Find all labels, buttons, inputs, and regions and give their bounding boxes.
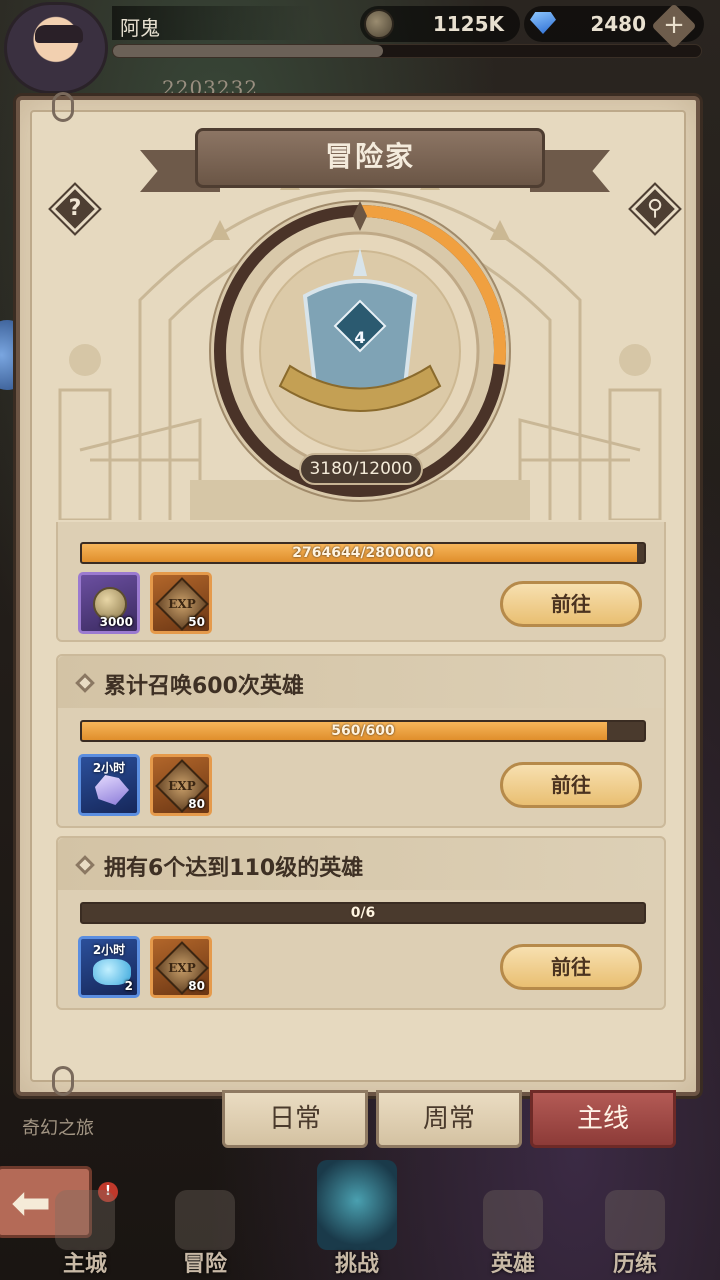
quest-progress-bar: 560/600 [80,720,646,742]
rank-progress-text: 3180/12000 [299,453,423,485]
go-button[interactable]: 前往 [500,762,642,808]
nav-home[interactable]: 主城 [30,1190,140,1280]
panel-ring-bottom [52,1066,74,1096]
quest-progress-bar: 0/6 [80,902,646,924]
reward-hero-crystal[interactable]: 2小时 [78,754,140,816]
nav-home-label: 主城 [62,1252,107,1277]
quest-header: 累计召唤600次英雄 [58,656,664,708]
nav-trials-label: 历练 [612,1252,657,1277]
reward-duration: 2小时 [92,943,126,957]
player-avatar[interactable] [4,2,108,94]
region-label: 奇幻之旅 [22,1118,94,1139]
nav-heroes-label: 英雄 [490,1252,535,1277]
nav-challenge[interactable]: 挑战 [302,1160,412,1280]
reward-exp[interactable]: EXP 80 [150,936,212,998]
reward-spirit-stone[interactable]: 2小时 2 [78,936,140,998]
player-xp-fill [113,45,384,57]
quest-list[interactable]: 2764644/2800000 3000 EXP 50 前往 累计召唤600次英… [56,522,666,1022]
reward-count: 3000 [99,615,133,629]
trial-tower-icon [605,1190,665,1250]
reward-count: 50 [188,615,205,629]
quest-title: 累计召唤600次英雄 [104,674,304,699]
quest-progress-text: 0/6 [350,905,376,921]
player-xp-bar [112,44,702,58]
nav-adventure[interactable]: 冒险 [150,1190,260,1280]
castle-icon [55,1190,115,1250]
diamond-bullet-icon [75,673,95,693]
quest-tabs: 日常 周常 主线 [222,1090,682,1152]
reward-count: 2 [124,979,133,993]
player-name: 阿鬼 [120,16,160,40]
nav-adventure-label: 冒险 [182,1252,227,1277]
nav-trials[interactable]: 历练 [580,1190,690,1280]
map-scroll-icon [175,1190,235,1250]
diamond-icon [530,12,556,34]
add-diamonds-button[interactable]: + [651,3,697,49]
gold-coin-icon [364,9,394,39]
magnifier-icon: ⚲ [646,196,664,221]
quest-progress-bar: 2764644/2800000 [80,542,646,564]
quest-progress-text: 2764644/2800000 [292,545,434,561]
diamond-amount: 2480 [590,12,646,36]
gold-counter: 1125K [360,6,520,42]
nav-heroes[interactable]: 英雄 [458,1190,568,1280]
diamond-bullet-icon [75,855,95,875]
dragon-crystal-icon [317,1160,397,1250]
rank-level: 4 [354,328,366,347]
go-button[interactable]: 前往 [500,581,642,627]
panel-title: 冒险家 [324,140,415,173]
gold-amount: 1125K [432,12,504,36]
tab-daily[interactable]: 日常 [222,1090,368,1148]
reward-exp[interactable]: EXP 80 [150,754,212,816]
hero-helmet-icon [483,1190,543,1250]
tab-main[interactable]: 主线 [530,1090,676,1148]
quest-header: 拥有6个达到110级的英雄 [58,838,664,890]
reward-count: 80 [188,797,205,811]
go-button[interactable]: 前往 [500,944,642,990]
title-ribbon: 冒险家 [195,128,545,188]
reward-exp[interactable]: EXP 50 [150,572,212,634]
reward-count: 80 [188,979,205,993]
bottom-navigation: ⬅ ! 主城 冒险 挑战 英雄 历练 [0,1150,720,1280]
top-bar: 阿鬼 2203232 1125K 2480 + [0,0,720,100]
quest-card: 拥有6个达到110级的英雄 0/6 2小时 2 EXP 80 前往 [56,836,666,1010]
quest-progress-text: 560/600 [331,723,395,739]
reward-gold-coin[interactable]: 3000 [78,572,140,634]
quest-card: 2764644/2800000 3000 EXP 50 前往 [56,522,666,642]
panel-ring-top [52,92,74,122]
reward-duration: 2小时 [92,761,126,775]
nav-challenge-label: 挑战 [334,1252,379,1277]
crystal-icon [95,775,129,805]
quest-title: 拥有6个达到110级的英雄 [104,856,364,881]
plus-icon: + [663,10,685,40]
tab-weekly[interactable]: 周常 [376,1090,522,1148]
diamond-counter: 2480 + [524,3,704,49]
question-icon: ? [68,196,82,221]
quest-card: 累计召唤600次英雄 560/600 2小时 EXP 80 前往 [56,654,666,828]
